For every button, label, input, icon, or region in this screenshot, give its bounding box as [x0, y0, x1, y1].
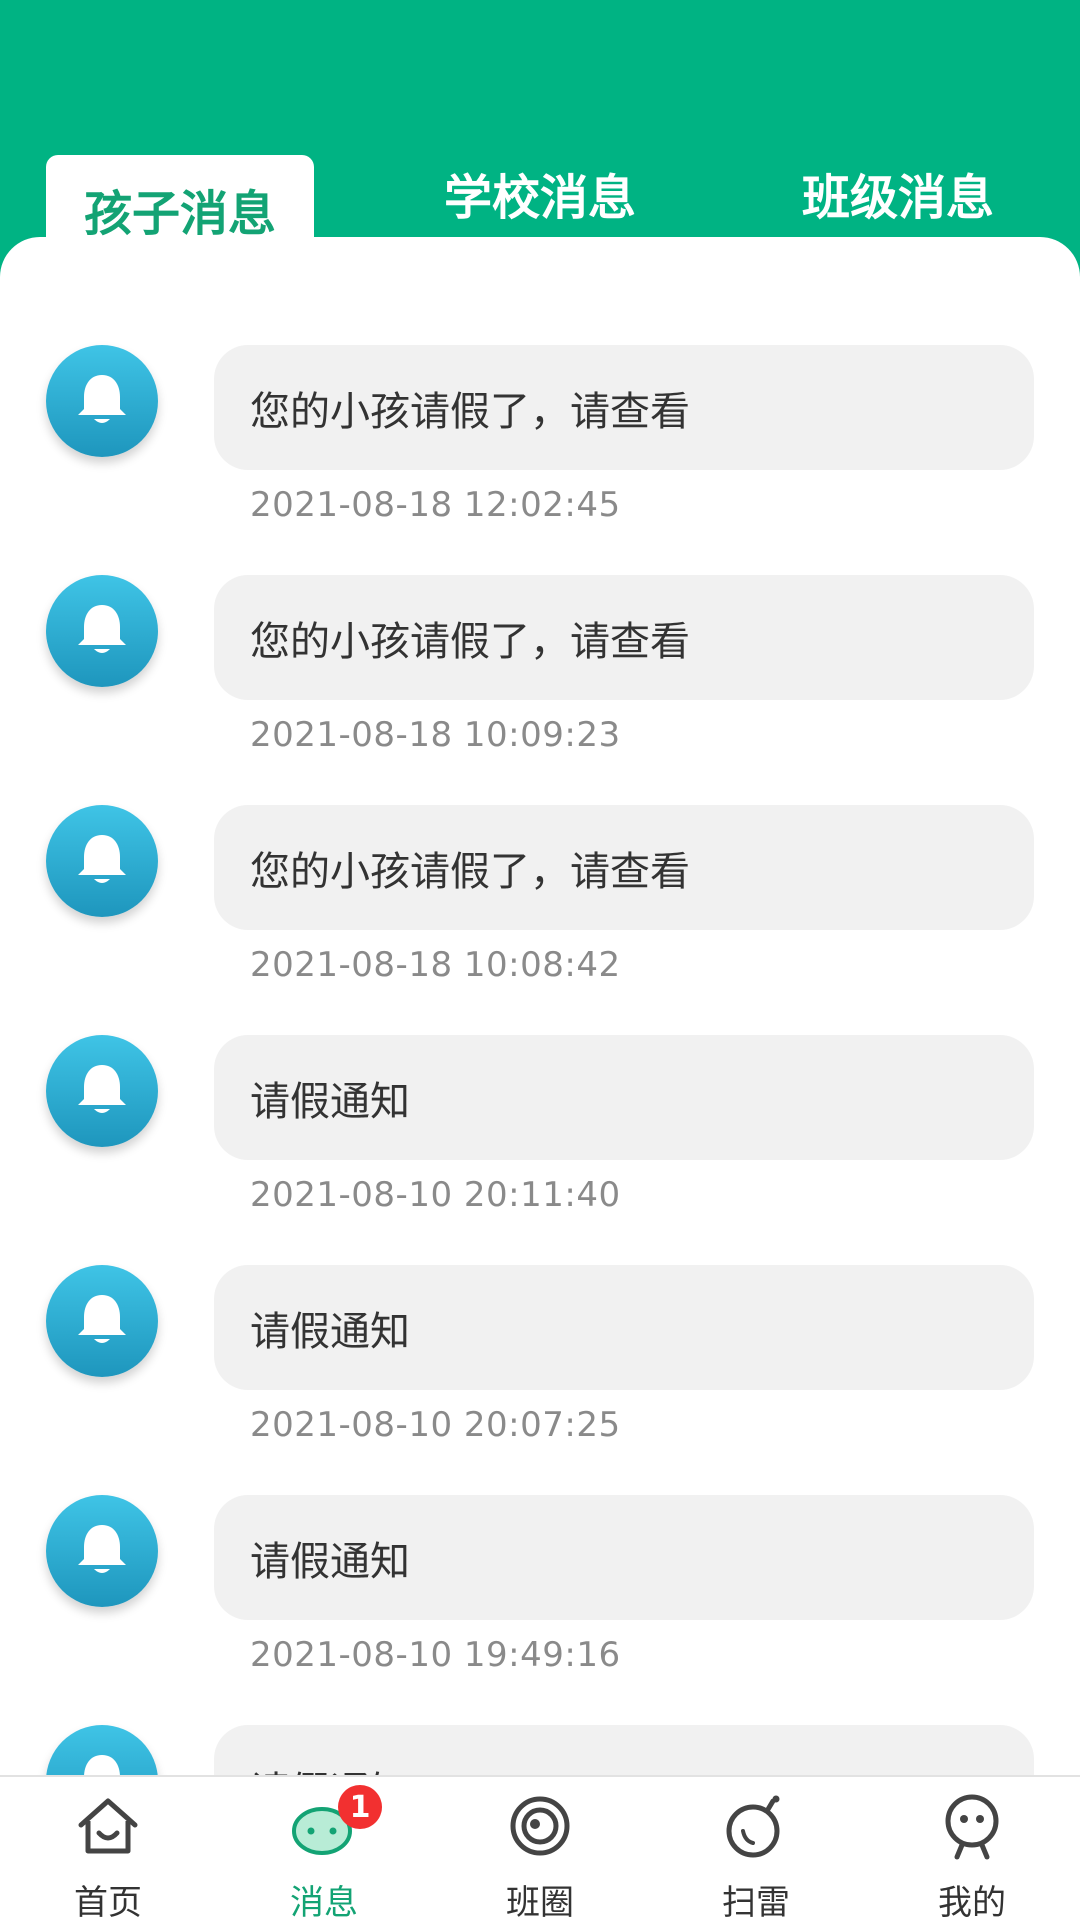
nav-label-messages: 消息	[290, 1883, 358, 1920]
message-item[interactable]: 请假通知 2021-08-10 20:11:40	[0, 927, 1080, 1215]
message-item[interactable]: 请假通知 2021-08-10 20:07:25	[0, 1157, 1080, 1445]
app-root: 孩子消息 学校消息 班级消息 您的小孩请假了，请查看 2021-08-18 12:…	[0, 0, 1080, 1920]
message-bubble[interactable]: 请假通知	[214, 1495, 1034, 1620]
profile-icon	[937, 1791, 1007, 1861]
message-item[interactable]: 您的小孩请假了，请查看 2021-08-18 10:09:23	[0, 467, 1080, 755]
message-bubble[interactable]: 您的小孩请假了，请查看	[214, 575, 1034, 700]
message-item[interactable]: 请假通知 2021-08-10 19:49:16	[0, 1387, 1080, 1675]
nav-label-minesweeper: 扫雷	[722, 1883, 790, 1920]
message-list-panel[interactable]: 您的小孩请假了，请查看 2021-08-18 12:02:45 您的小孩请假了，请查…	[0, 237, 1080, 1777]
bell-icon	[46, 805, 158, 917]
bell-icon	[46, 345, 158, 457]
bottom-nav: 首页 1 消息 班圈 扫雷 我的	[0, 1775, 1080, 1920]
unread-badge: 1	[338, 1785, 382, 1829]
bell-icon	[46, 1265, 158, 1377]
nav-item-minesweeper[interactable]: 扫雷	[648, 1777, 864, 1920]
message-bubble[interactable]: 请假通知	[214, 1265, 1034, 1390]
bell-icon	[46, 575, 158, 687]
message-item[interactable]: 您的小孩请假了，请查看 2021-08-18 12:02:45	[0, 237, 1080, 525]
message-bubble[interactable]: 您的小孩请假了，请查看	[214, 345, 1034, 470]
tab-school-messages[interactable]: 学校消息	[410, 148, 670, 238]
home-icon	[73, 1791, 143, 1861]
tab-child-messages[interactable]: 孩子消息	[46, 155, 314, 245]
nav-item-class-circle[interactable]: 班圈	[432, 1777, 648, 1920]
message-bubble[interactable]: 请假通知	[214, 1725, 1034, 1777]
bell-icon	[46, 1725, 158, 1777]
bomb-icon	[721, 1791, 791, 1861]
message-bubble[interactable]: 请假通知	[214, 1035, 1034, 1160]
nav-item-home[interactable]: 首页	[0, 1777, 216, 1920]
tab-class-messages[interactable]: 班级消息	[768, 148, 1028, 238]
message-bubble[interactable]: 您的小孩请假了，请查看	[214, 805, 1034, 930]
nav-item-messages[interactable]: 1 消息	[216, 1777, 432, 1920]
nav-label-profile: 我的	[938, 1883, 1006, 1920]
bell-icon	[46, 1035, 158, 1147]
message-item[interactable]: 请假通知	[0, 1617, 1080, 1777]
nav-label-home: 首页	[74, 1883, 142, 1920]
nav-item-profile[interactable]: 我的	[864, 1777, 1080, 1920]
bell-icon	[46, 1495, 158, 1607]
nav-label-class-circle: 班圈	[506, 1883, 574, 1920]
circle-icon	[505, 1791, 575, 1861]
message-item[interactable]: 您的小孩请假了，请查看 2021-08-18 10:08:42	[0, 697, 1080, 985]
